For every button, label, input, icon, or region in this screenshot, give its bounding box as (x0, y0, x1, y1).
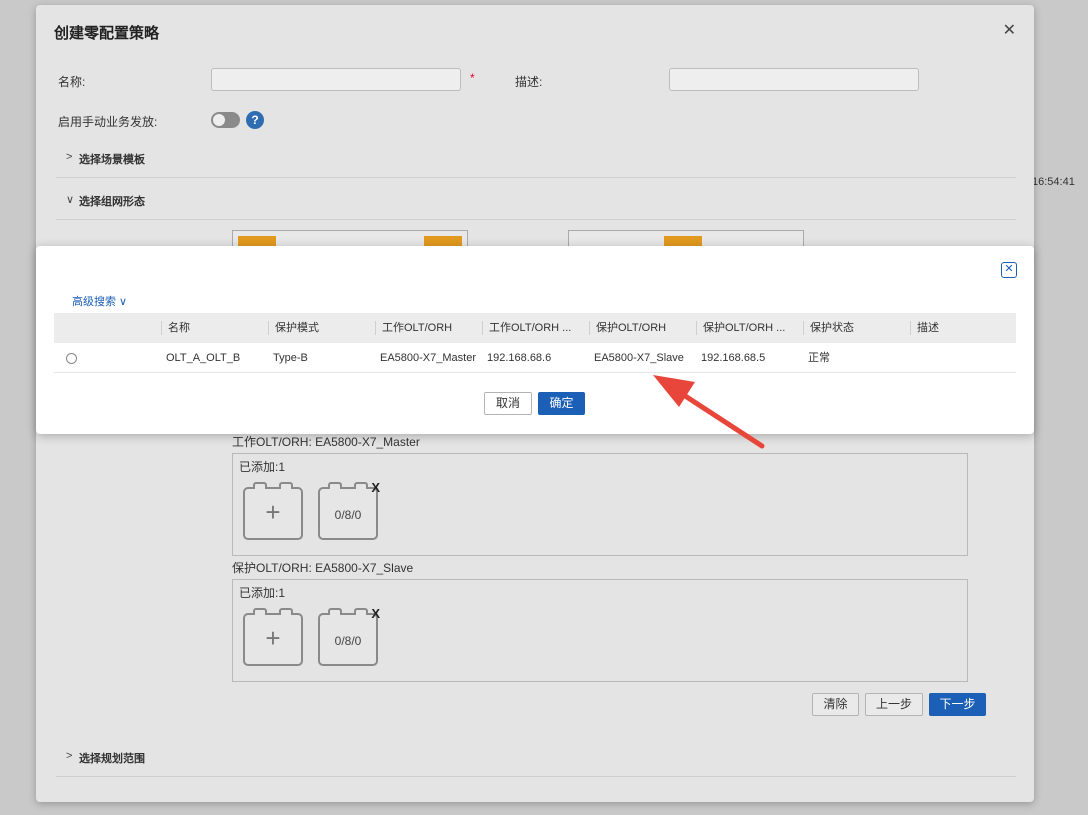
manual-service-label: 启用手动业务发放: (58, 115, 158, 129)
close-icon[interactable]: ✕ (1001, 262, 1017, 278)
chevron-down-icon: ∨ (66, 194, 75, 206)
manual-service-toggle[interactable] (211, 112, 240, 128)
column-header-description[interactable]: 描述 (910, 321, 1016, 335)
column-header-protect-olt-ip[interactable]: 保护OLT/ORH ... (696, 321, 803, 335)
background-timestamp: 16:54:41 (1032, 176, 1075, 188)
cell-description (915, 343, 1016, 373)
board-slot[interactable]: 0/8/0 X (318, 480, 380, 540)
confirm-button[interactable]: 确定 (538, 392, 585, 415)
table-header: 名称 保护模式 工作OLT/ORH 工作OLT/ORH ... 保护OLT/OR… (54, 313, 1016, 343)
description-input[interactable] (669, 68, 919, 91)
board-slot-value: 0/8/0 (334, 634, 362, 648)
section-range-label: 选择规划范围 (79, 753, 145, 765)
close-icon[interactable]: ✕ (1003, 20, 1016, 40)
section-network-form[interactable]: ∨ 选择组网形态 (56, 180, 1016, 220)
cancel-button[interactable]: 取消 (484, 392, 532, 415)
protection-group-select-modal: ✕ 高级搜索 ∨ 名称 保护模式 工作OLT/ORH 工作OLT/ORH ...… (36, 246, 1034, 434)
help-icon[interactable]: ? (246, 111, 264, 129)
required-mark: * (470, 71, 475, 85)
add-board-button[interactable]: + (243, 608, 303, 666)
work-olt-title: 工作OLT/ORH: EA5800-X7_Master (232, 435, 420, 449)
section-scene-label: 选择场景模板 (79, 154, 145, 166)
row-radio[interactable] (66, 353, 77, 364)
next-step-button[interactable]: 下一步 (929, 693, 986, 716)
name-input[interactable] (211, 68, 461, 91)
column-header-work-olt[interactable]: 工作OLT/ORH (375, 321, 482, 335)
cell-work-olt: EA5800-X7_Master (380, 352, 476, 364)
chevron-right-icon: > (66, 151, 73, 163)
cell-name: OLT_A_OLT_B (166, 352, 241, 364)
protect-olt-box: 已添加:1 + 0/8/0 X (232, 579, 968, 682)
description-label: 描述: (515, 75, 543, 89)
board-slot-value: 0/8/0 (334, 508, 362, 522)
dialog-title: 创建零配置策略 (54, 25, 160, 42)
remove-icon[interactable]: X (371, 480, 380, 495)
plus-icon: + (265, 497, 281, 527)
section-network-label: 选择组网形态 (79, 196, 145, 208)
cell-work-olt-ip: 192.168.68.6 (487, 352, 552, 364)
work-added-count: 已添加:1 (239, 460, 286, 474)
prev-step-button[interactable]: 上一步 (865, 693, 923, 716)
work-olt-box: 已添加:1 + 0/8/0 X (232, 453, 968, 556)
cell-protect-olt: EA5800-X7_Slave (594, 352, 684, 364)
column-header-protect-olt[interactable]: 保护OLT/ORH (589, 321, 696, 335)
protect-added-count: 已添加:1 (239, 586, 286, 600)
section-planning-range[interactable]: > 选择规划范围 (56, 737, 1016, 777)
column-header-work-olt-ip[interactable]: 工作OLT/ORH ... (482, 321, 589, 335)
column-header-protect-status[interactable]: 保护状态 (803, 321, 910, 335)
cell-protect-olt-ip: 192.168.68.5 (701, 352, 766, 364)
column-header-name[interactable]: 名称 (161, 321, 268, 335)
board-slot[interactable]: 0/8/0 X (318, 606, 380, 666)
protect-olt-title: 保护OLT/ORH: EA5800-X7_Slave (232, 561, 414, 575)
remove-icon[interactable]: X (371, 606, 380, 621)
cell-protect-status: 正常 (808, 352, 830, 364)
advanced-search-link[interactable]: 高级搜索 ∨ (72, 293, 127, 309)
chevron-right-icon: > (66, 750, 73, 762)
clear-button[interactable]: 清除 (812, 693, 859, 716)
plus-icon: + (265, 623, 281, 653)
table-row[interactable]: OLT_A_OLT_B Type-B EA5800-X7_Master 192.… (54, 343, 1016, 373)
add-board-button[interactable]: + (243, 482, 303, 540)
cell-protect-mode: Type-B (273, 352, 308, 364)
column-header-protect-mode[interactable]: 保护模式 (268, 321, 375, 335)
protection-group-table: 名称 保护模式 工作OLT/ORH 工作OLT/ORH ... 保护OLT/OR… (54, 313, 1016, 373)
name-label: 名称: (58, 75, 86, 89)
section-scene-template[interactable]: > 选择场景模板 (56, 138, 1016, 178)
